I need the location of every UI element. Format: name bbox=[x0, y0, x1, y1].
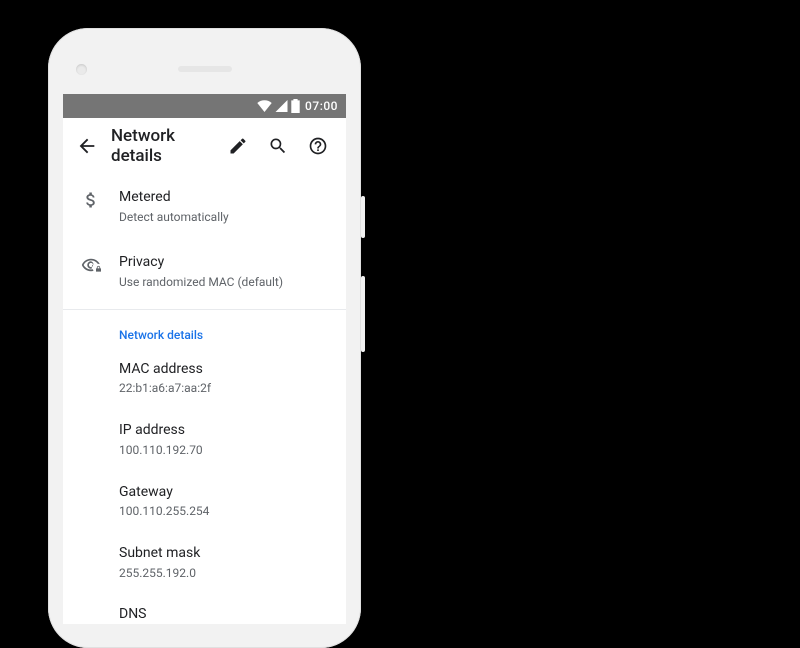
privacy-row[interactable]: Privacy Use randomized MAC (default) bbox=[63, 239, 346, 304]
subnet-value: 255.255.192.0 bbox=[119, 565, 330, 582]
app-bar: Network details bbox=[63, 118, 346, 174]
content-scroll[interactable]: Metered Detect automatically Privacy Use… bbox=[63, 174, 346, 624]
back-button[interactable] bbox=[67, 126, 107, 166]
wifi-icon bbox=[257, 100, 272, 112]
battery-icon bbox=[291, 99, 300, 113]
metered-title: Metered bbox=[119, 188, 330, 208]
metered-row[interactable]: Metered Detect automatically bbox=[63, 174, 346, 239]
mac-address-row[interactable]: MAC address 22:b1:a6:a7:aa:2f bbox=[63, 348, 346, 409]
subnet-row[interactable]: Subnet mask 255.255.192.0 bbox=[63, 532, 346, 593]
dns-row[interactable]: DNS 2001:4860:4860::8844 bbox=[63, 593, 346, 624]
status-bar: 07:00 bbox=[63, 94, 346, 118]
search-button[interactable] bbox=[258, 126, 298, 166]
search-icon bbox=[268, 136, 288, 156]
side-button-upper bbox=[361, 196, 365, 238]
gateway-label: Gateway bbox=[119, 483, 330, 503]
help-icon bbox=[308, 136, 328, 156]
mac-value: 22:b1:a6:a7:aa:2f bbox=[119, 380, 330, 397]
camera-dot bbox=[76, 64, 87, 75]
gateway-value: 100.110.255.254 bbox=[119, 503, 330, 520]
section-header: Network details bbox=[63, 310, 346, 348]
screen: 07:00 Network details Me bbox=[63, 94, 346, 624]
ip-address-row[interactable]: IP address 100.110.192.70 bbox=[63, 409, 346, 470]
page-title: Network details bbox=[111, 126, 218, 166]
help-button[interactable] bbox=[298, 126, 338, 166]
ip-label: IP address bbox=[119, 421, 330, 441]
phone-frame: 07:00 Network details Me bbox=[48, 28, 361, 648]
mac-label: MAC address bbox=[119, 360, 330, 380]
side-button-lower bbox=[361, 276, 365, 352]
privacy-title: Privacy bbox=[119, 253, 330, 273]
eye-lock-icon bbox=[81, 255, 101, 275]
gateway-row[interactable]: Gateway 100.110.255.254 bbox=[63, 471, 346, 532]
ip-value: 100.110.192.70 bbox=[119, 442, 330, 459]
arrow-back-icon bbox=[76, 135, 98, 157]
status-time: 07:00 bbox=[305, 99, 338, 113]
dns-label: DNS bbox=[119, 605, 330, 624]
privacy-subtitle: Use randomized MAC (default) bbox=[119, 274, 330, 291]
speaker-slot bbox=[178, 66, 232, 72]
cellular-icon bbox=[275, 100, 288, 112]
subnet-label: Subnet mask bbox=[119, 544, 330, 564]
pencil-icon bbox=[228, 136, 248, 156]
edit-button[interactable] bbox=[218, 126, 258, 166]
dollar-icon bbox=[81, 190, 101, 210]
metered-subtitle: Detect automatically bbox=[119, 209, 330, 226]
